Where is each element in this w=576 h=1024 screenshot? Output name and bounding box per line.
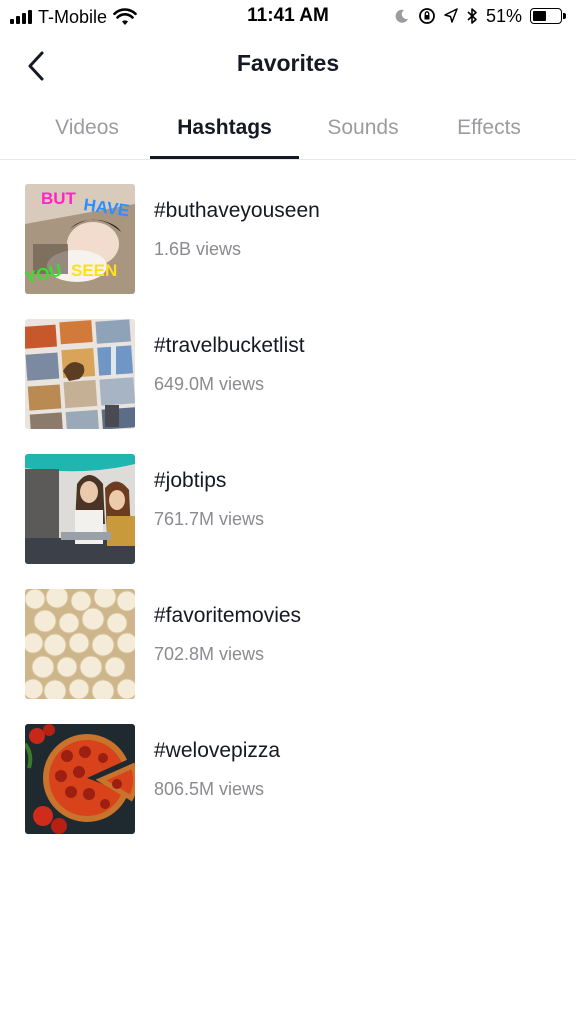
tab-videos[interactable]: Videos	[20, 96, 154, 160]
thumb-caption-bottom-part2: SEEN	[71, 261, 117, 280]
hashtag-name: #welovepizza	[154, 739, 281, 762]
hashtag-views: 806.5M views	[154, 779, 265, 799]
list-item[interactable]: #travelbucketlist 649.0M views	[0, 319, 576, 431]
list-item[interactable]: #favoritemovies 702.8M views	[0, 589, 576, 701]
hashtag-views: 761.7M views	[154, 509, 265, 529]
moon-icon	[395, 9, 408, 23]
tab-effects[interactable]: Effects	[426, 96, 552, 160]
tab-bar: Videos Hashtags Sounds Effects	[0, 96, 576, 160]
list-item[interactable]: #jobtips 761.7M views	[0, 454, 576, 566]
battery-icon	[530, 8, 566, 24]
hashtag-name: #favoritemovies	[154, 604, 302, 627]
hashtag-thumbnail	[25, 454, 135, 564]
status-right: 51%	[394, 5, 566, 27]
battery-fill	[533, 11, 547, 21]
hashtag-thumbnail	[25, 724, 135, 834]
hashtag-thumbnail: BUT HAVE YOU SEEN	[25, 184, 135, 294]
tab-sounds[interactable]: Sounds	[300, 96, 426, 160]
header: Favorites	[0, 34, 576, 96]
list-item[interactable]: #welovepizza 806.5M views	[0, 724, 576, 836]
tab-hashtags[interactable]: Hashtags	[150, 96, 299, 160]
hashtag-name: #jobtips	[154, 469, 227, 492]
status-bar: T-Mobile 11:41 AM 51%	[0, 0, 576, 34]
hashtag-views: 1.6B views	[154, 239, 242, 259]
hashtag-views: 702.8M views	[154, 644, 265, 664]
hashtag-views: 649.0M views	[154, 374, 265, 394]
hashtag-thumbnail	[25, 319, 135, 429]
page-title: Favorites	[236, 50, 340, 76]
thumb-caption-top-part1: BUT	[41, 189, 77, 208]
list-item[interactable]: BUT HAVE YOU SEEN #buthaveyouseen 1.6B v…	[0, 184, 576, 296]
location-arrow-icon	[444, 8, 458, 23]
rotation-lock-icon	[419, 8, 435, 24]
hashtag-name: #buthaveyouseen	[154, 199, 320, 222]
active-tab-indicator	[150, 156, 299, 159]
battery-percent: 51%	[485, 5, 522, 26]
hashtag-name: #travelbucketlist	[154, 334, 305, 357]
hashtag-thumbnail	[25, 589, 135, 699]
bluetooth-icon	[467, 8, 477, 24]
